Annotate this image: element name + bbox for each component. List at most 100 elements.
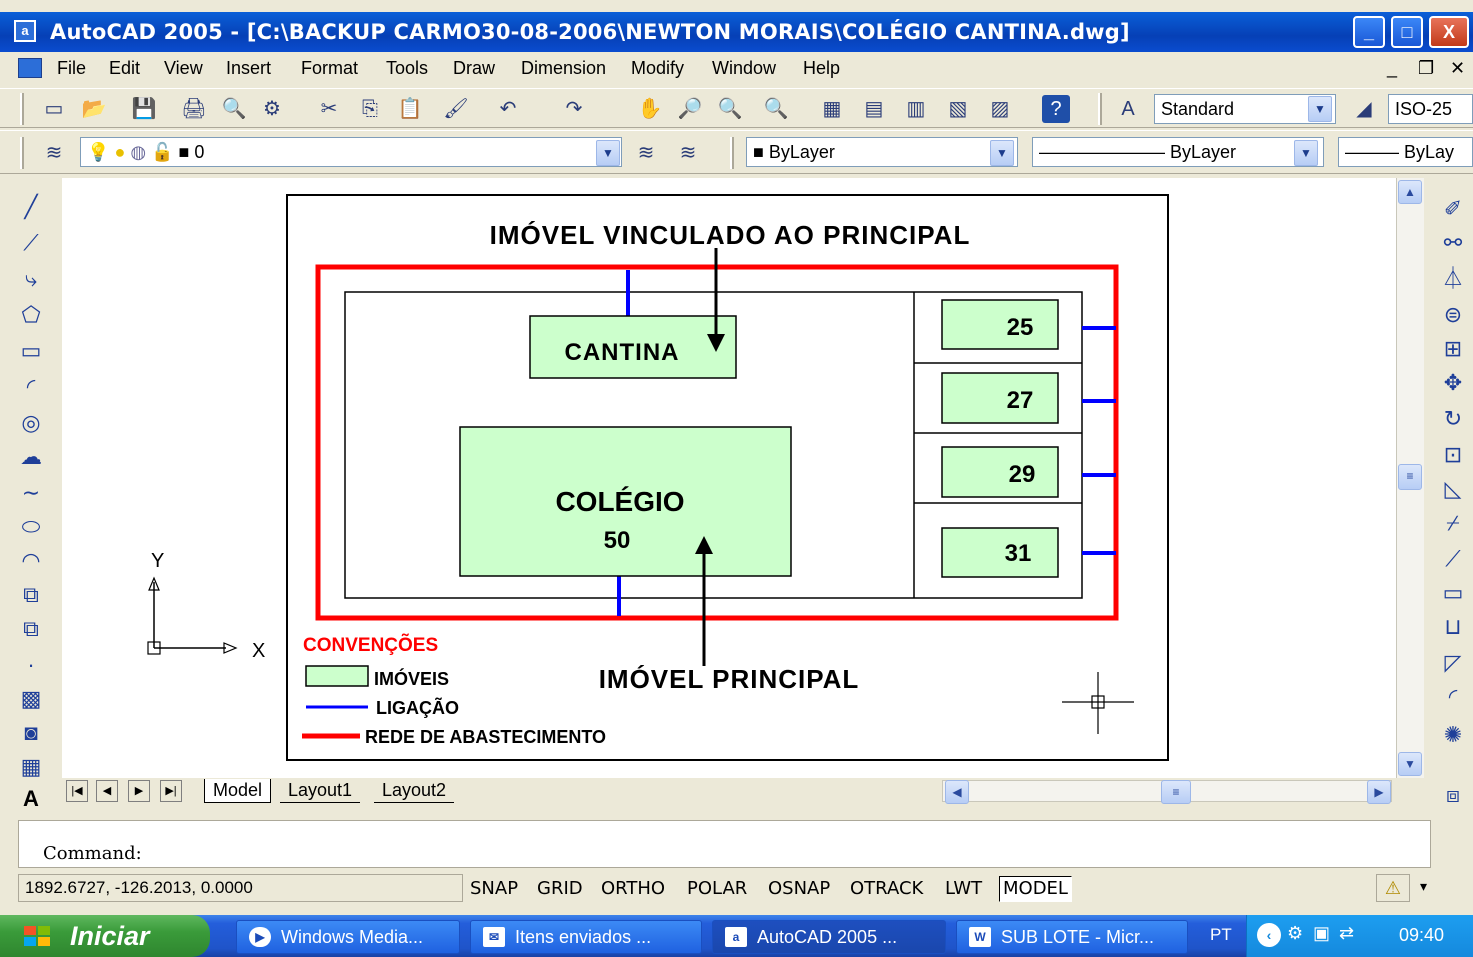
- document-icon[interactable]: [18, 58, 42, 78]
- make-layer-current-icon[interactable]: ≋: [632, 139, 660, 167]
- pan-icon[interactable]: ✋: [636, 95, 664, 123]
- toolbar-grip[interactable]: [20, 93, 24, 125]
- first-tab-button[interactable]: |◀: [66, 780, 88, 802]
- break-icon[interactable]: ⊔: [1438, 612, 1468, 642]
- rotate-icon[interactable]: ↻: [1438, 404, 1468, 434]
- publish-icon[interactable]: ⚙: [258, 95, 286, 123]
- layer-previous-icon[interactable]: ≋: [674, 139, 702, 167]
- new-file-icon[interactable]: ▭: [40, 95, 68, 123]
- polar-toggle[interactable]: POLAR: [683, 876, 752, 902]
- task-autocad[interactable]: a AutoCAD 2005 ...: [712, 920, 946, 954]
- menu-format[interactable]: Format: [301, 58, 358, 79]
- menu-help[interactable]: Help: [803, 58, 840, 79]
- table-icon[interactable]: ▦: [16, 752, 46, 782]
- menu-view[interactable]: View: [164, 58, 203, 79]
- lineweight-combo[interactable]: ——— ByLay: [1338, 137, 1473, 167]
- chamfer-icon[interactable]: ◸: [1438, 648, 1468, 678]
- hatch-icon[interactable]: ▩: [16, 684, 46, 714]
- snap-toggle[interactable]: SNAP: [466, 876, 523, 902]
- menu-insert[interactable]: Insert: [226, 58, 271, 79]
- circle-icon[interactable]: ◎: [16, 408, 46, 438]
- text-style-icon[interactable]: A: [1114, 95, 1142, 123]
- ellipse-arc-icon[interactable]: ◠: [16, 546, 46, 576]
- fillet-icon[interactable]: ◜: [1438, 682, 1468, 712]
- properties-icon[interactable]: ▦: [818, 95, 846, 123]
- region-icon[interactable]: ◙: [16, 718, 46, 748]
- stretch-icon[interactable]: ◺: [1438, 474, 1468, 504]
- drawing-canvas[interactable]: CANTINA COLÉGIO 50 25 27 29 31 IMÓVEL VI…: [62, 178, 1396, 778]
- prev-tab-button[interactable]: ◀: [96, 780, 118, 802]
- toolbar-grip[interactable]: [1098, 93, 1102, 125]
- offset-icon[interactable]: ⊜: [1438, 300, 1468, 330]
- minimize-button[interactable]: _: [1353, 16, 1385, 48]
- task-word-doc[interactable]: W SUB LOTE - Micr...: [956, 920, 1188, 954]
- start-button[interactable]: Iniciar: [0, 915, 210, 957]
- menu-modify[interactable]: Modify: [631, 58, 684, 79]
- tool-palettes-icon[interactable]: ▥: [902, 95, 930, 123]
- command-line[interactable]: Command:: [18, 820, 1431, 868]
- scale-icon[interactable]: ⊡: [1438, 440, 1468, 470]
- menu-dimension[interactable]: Dimension: [521, 58, 606, 79]
- sheet-set-icon[interactable]: ▧: [944, 95, 972, 123]
- toolbar-grip[interactable]: [730, 137, 734, 169]
- paste-icon[interactable]: 📋: [396, 95, 424, 123]
- task-windows-media[interactable]: ▶ Windows Media...: [236, 920, 460, 954]
- communication-center-icon[interactable]: ⚠: [1376, 874, 1410, 902]
- autocad-app-icon[interactable]: a: [14, 20, 36, 42]
- color-dropdown[interactable]: ▼: [990, 140, 1014, 166]
- display-icon[interactable]: ▣: [1313, 923, 1330, 944]
- grid-toggle[interactable]: GRID: [533, 876, 587, 902]
- copy-icon[interactable]: ⎘: [356, 95, 384, 123]
- last-tab-button[interactable]: ▶|: [160, 780, 182, 802]
- draw-order-icon[interactable]: ⧈: [1438, 780, 1468, 810]
- dimension-style-icon[interactable]: ◢: [1350, 95, 1378, 123]
- erase-icon[interactable]: ✐: [1438, 194, 1468, 224]
- linetype-combo[interactable]: ——————— ByLayer: [1032, 137, 1324, 167]
- menu-draw[interactable]: Draw: [453, 58, 495, 79]
- scroll-thumb[interactable]: ≡: [1398, 464, 1422, 490]
- design-center-icon[interactable]: ▤: [860, 95, 888, 123]
- scroll-down-button[interactable]: ▼: [1398, 752, 1422, 776]
- scroll-up-button[interactable]: ▲: [1398, 180, 1422, 204]
- print-icon[interactable]: 🖨: [180, 95, 208, 123]
- layer-combo[interactable]: 💡 ● ◍ 🔓 ■ 0: [80, 137, 622, 167]
- menu-file[interactable]: File: [57, 58, 86, 79]
- spline-icon[interactable]: ∼: [16, 478, 46, 508]
- arc-icon[interactable]: ◜: [16, 372, 46, 402]
- doc-close-icon[interactable]: ✕: [1450, 58, 1465, 79]
- network-icon[interactable]: ⚙: [1287, 923, 1303, 944]
- menu-window[interactable]: Window: [712, 58, 776, 79]
- status-menu-icon[interactable]: ▾: [1420, 878, 1427, 895]
- array-icon[interactable]: ⊞: [1438, 334, 1468, 364]
- otrack-toggle[interactable]: OTRACK: [846, 876, 928, 902]
- tab-model[interactable]: Model: [204, 779, 272, 803]
- match-properties-icon[interactable]: 🖌: [442, 95, 470, 123]
- insert-block-icon[interactable]: ⧉: [16, 580, 46, 610]
- ortho-toggle[interactable]: ORTHO: [597, 876, 670, 902]
- horizontal-scrollbar[interactable]: ◀ ≡ ▶: [942, 780, 1392, 804]
- doc-minimize-icon[interactable]: _: [1387, 58, 1397, 79]
- revision-cloud-icon[interactable]: ☁: [16, 442, 46, 472]
- tab-layout1[interactable]: Layout1: [280, 779, 361, 803]
- make-block-icon[interactable]: ⧉: [16, 614, 46, 644]
- save-icon[interactable]: 💾: [130, 95, 158, 123]
- help-icon[interactable]: ?: [1042, 95, 1070, 123]
- lwt-toggle[interactable]: LWT: [941, 876, 987, 902]
- close-button[interactable]: X: [1429, 16, 1469, 48]
- trim-icon[interactable]: ⌿: [1438, 508, 1468, 538]
- rectangle-icon[interactable]: ▭: [16, 336, 46, 366]
- dim-style-combo[interactable]: ISO-25: [1388, 94, 1473, 124]
- color-combo[interactable]: ■ ByLayer: [746, 137, 1018, 167]
- break-at-point-icon[interactable]: ▭: [1438, 578, 1468, 608]
- markup-icon[interactable]: ▨: [986, 95, 1014, 123]
- undo-icon[interactable]: ↶: [494, 95, 522, 123]
- move-icon[interactable]: ✥: [1438, 368, 1468, 398]
- polygon-icon[interactable]: ⬠: [16, 300, 46, 330]
- polyline-icon[interactable]: ⤷: [16, 264, 46, 294]
- plot-preview-icon[interactable]: 🔍: [220, 95, 248, 123]
- menu-tools[interactable]: Tools: [386, 58, 428, 79]
- language-indicator[interactable]: PT: [1210, 925, 1232, 945]
- linetype-dropdown[interactable]: ▼: [1294, 140, 1318, 166]
- connection-icon[interactable]: ⇄: [1339, 923, 1354, 944]
- open-file-icon[interactable]: 📂: [80, 95, 108, 123]
